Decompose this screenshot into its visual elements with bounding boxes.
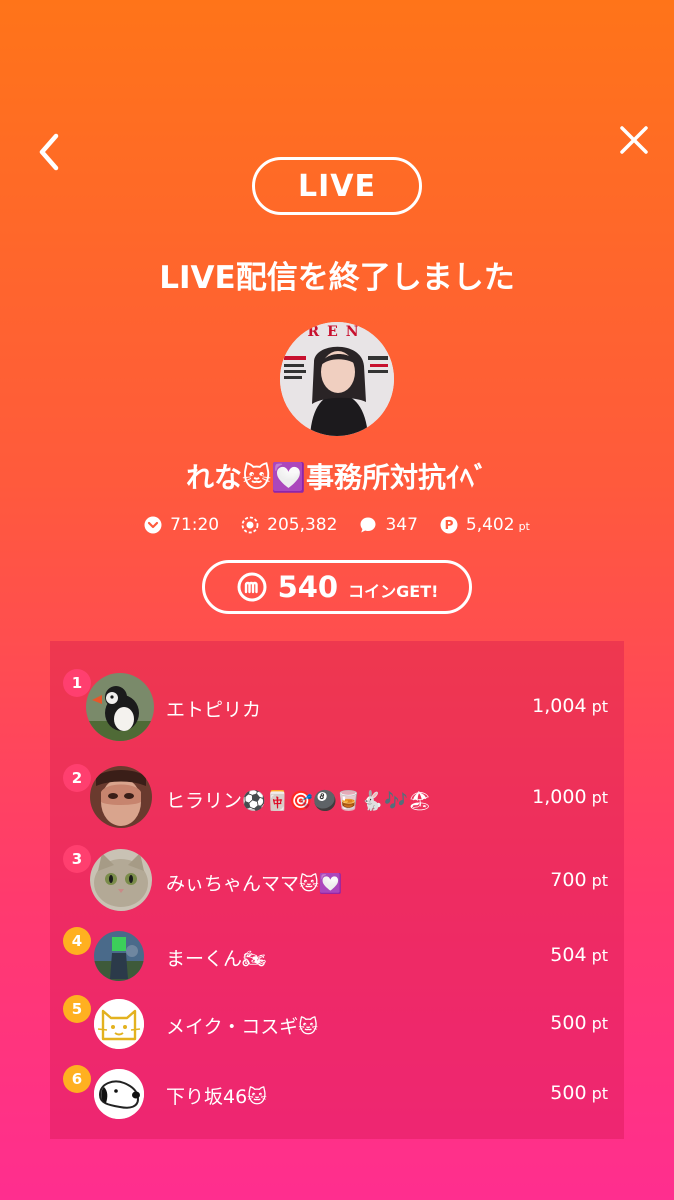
user-name: ヒラリン⚽🀄🎯🎱🥃🐇🎶🏖 [166, 790, 432, 812]
svg-text:P: P [444, 518, 453, 532]
comments-stat: 347 [359, 515, 418, 535]
page-title: LIVE配信を終了しました [159, 260, 515, 296]
avatar [94, 999, 144, 1049]
stats-row: 71:20 205,382 347 P 5,402 pt [0, 515, 674, 535]
streamer-name: れな🐱💟事務所対抗ｲﾍﾞ [185, 461, 489, 494]
list-item[interactable]: 4 まーくん🏍 504 pt [50, 927, 624, 983]
user-points: 500 pt [550, 1012, 608, 1034]
user-name: 下り坂46🐱 [166, 1086, 267, 1108]
close-button[interactable] [612, 118, 656, 162]
points-value: 5,402 pt [465, 515, 530, 535]
user-points: 504 pt [550, 944, 608, 966]
photo-avatar [94, 931, 144, 981]
list-item[interactable]: 6 下り坂46🐱 500 pt [50, 1065, 624, 1121]
avatar [86, 673, 154, 741]
user-name: みぃちゃんママ🐱💟 [166, 873, 343, 895]
user-name: まーくん🏍 [166, 948, 267, 970]
user-points: 700 pt [550, 869, 608, 891]
viewers-value: 205,382 [267, 515, 338, 535]
close-icon [620, 126, 648, 154]
back-button[interactable] [30, 128, 70, 176]
rank-badge: 3 [63, 845, 91, 873]
duration-value: 71:20 [170, 515, 220, 535]
mask-avatar [90, 766, 152, 828]
cat-avatar [90, 849, 152, 911]
list-item[interactable]: 3 みぃちゃんママ🐱💟 700 pt [50, 845, 624, 913]
rank-badge: 2 [63, 764, 91, 792]
coin-m-icon [237, 572, 267, 602]
chevron-left-icon [39, 133, 59, 171]
list-item[interactable]: 2 ヒラリン⚽🀄🎯🎱🥃🐇🎶🏖 1,000 pt [50, 764, 624, 832]
viewers-stat: 205,382 [241, 515, 337, 535]
coin-amount: 540 [277, 570, 339, 604]
user-name: エトピリカ [166, 699, 262, 721]
user-points: 1,004 pt [532, 695, 608, 717]
user-points: 1,000 pt [532, 786, 608, 808]
avatar [94, 1069, 144, 1119]
magazine-cover-avatar: REN [280, 322, 394, 436]
dog-drawing-avatar [94, 1069, 144, 1119]
ranking-list[interactable]: 1 エトピリカ 1,004pt 2 ヒラリン⚽🀄🎯🎱🥃🐇🎶🏖 1,000pt [50, 641, 624, 1139]
chevron-down-icon [144, 516, 162, 534]
points-p-icon: P [440, 516, 458, 534]
comment-bubble-icon [360, 517, 376, 533]
points-stat: P 5,402 pt [440, 515, 530, 535]
duration-stat: 71:20 [144, 515, 219, 535]
avatar [90, 849, 152, 911]
live-badge: LIVE [252, 157, 422, 215]
svg-text:REN: REN [307, 324, 366, 340]
puffin-avatar [86, 673, 154, 741]
cat-drawing-avatar [94, 999, 144, 1049]
user-name: メイク・コスギ🐱 [166, 1016, 319, 1038]
avatar [90, 766, 152, 828]
user-points: 500 pt [550, 1082, 608, 1104]
viewers-icon [241, 516, 259, 534]
rank-badge: 4 [63, 927, 91, 955]
avatar [94, 931, 144, 981]
live-label: LIVE [298, 168, 376, 204]
rank-badge: 5 [63, 995, 91, 1023]
coin-label: コインGET! [348, 581, 439, 601]
list-item[interactable]: 5 メイク・コスギ🐱 500 pt [50, 995, 624, 1051]
coin-get-badge: 540 コインGET! [202, 560, 472, 614]
comments-value: 347 [385, 515, 418, 535]
rank-badge: 1 [63, 669, 91, 697]
rank-badge: 6 [63, 1065, 91, 1093]
list-item[interactable]: 1 エトピリカ 1,004 pt [50, 669, 624, 743]
streamer-avatar[interactable]: REN [280, 322, 394, 436]
